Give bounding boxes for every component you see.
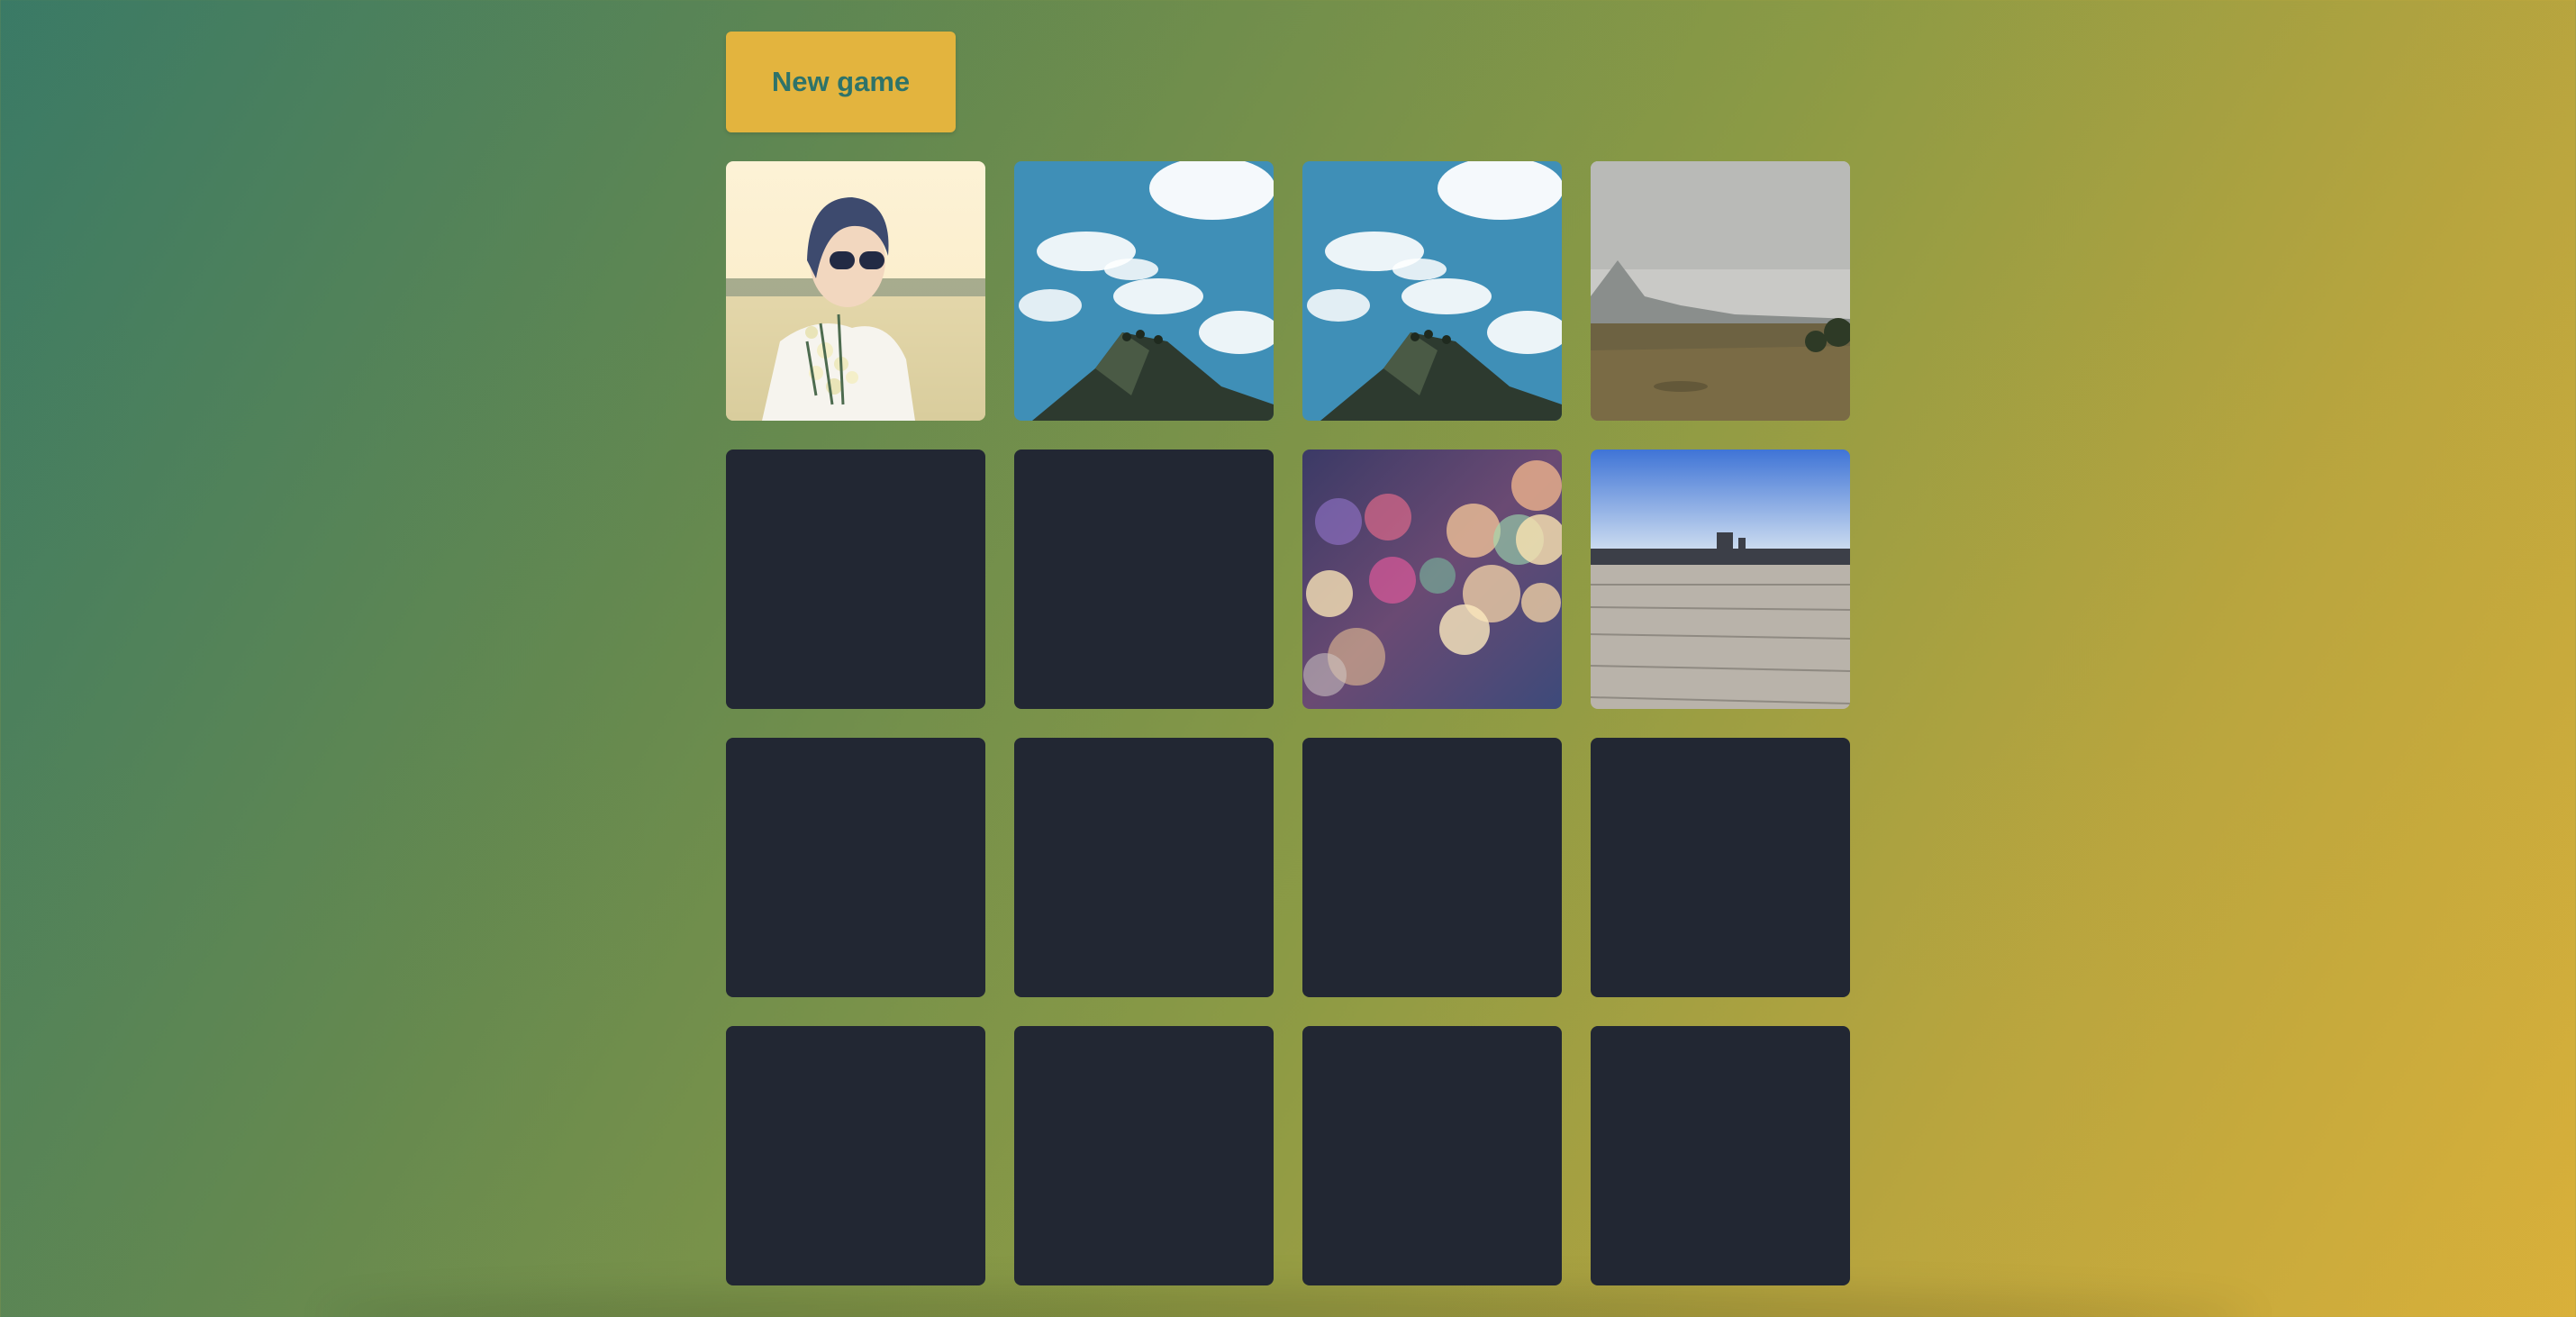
card-5[interactable] [726,450,985,709]
sky-mountain-image [1014,161,1274,421]
card-15[interactable] [1302,1026,1562,1285]
bottom-shadow [324,1290,2252,1317]
bokeh-lights-image [1302,450,1562,709]
sky-mountain-image [1302,161,1562,421]
card-11[interactable] [1302,738,1562,997]
card-10[interactable] [1014,738,1274,997]
girl-with-flowers-image [726,161,985,421]
card-7[interactable] [1302,450,1562,709]
card-4[interactable] [1591,161,1850,421]
card-1[interactable] [726,161,985,421]
card-3[interactable] [1302,161,1562,421]
card-14[interactable] [1014,1026,1274,1285]
card-9[interactable] [726,738,985,997]
wooden-deck-image [1591,450,1850,709]
card-2[interactable] [1014,161,1274,421]
grassland-mountains-image [1591,161,1850,421]
memory-board [726,161,1850,1285]
new-game-button[interactable]: New game [726,32,956,132]
card-6[interactable] [1014,450,1274,709]
card-12[interactable] [1591,738,1850,997]
card-16[interactable] [1591,1026,1850,1285]
card-13[interactable] [726,1026,985,1285]
card-8[interactable] [1591,450,1850,709]
